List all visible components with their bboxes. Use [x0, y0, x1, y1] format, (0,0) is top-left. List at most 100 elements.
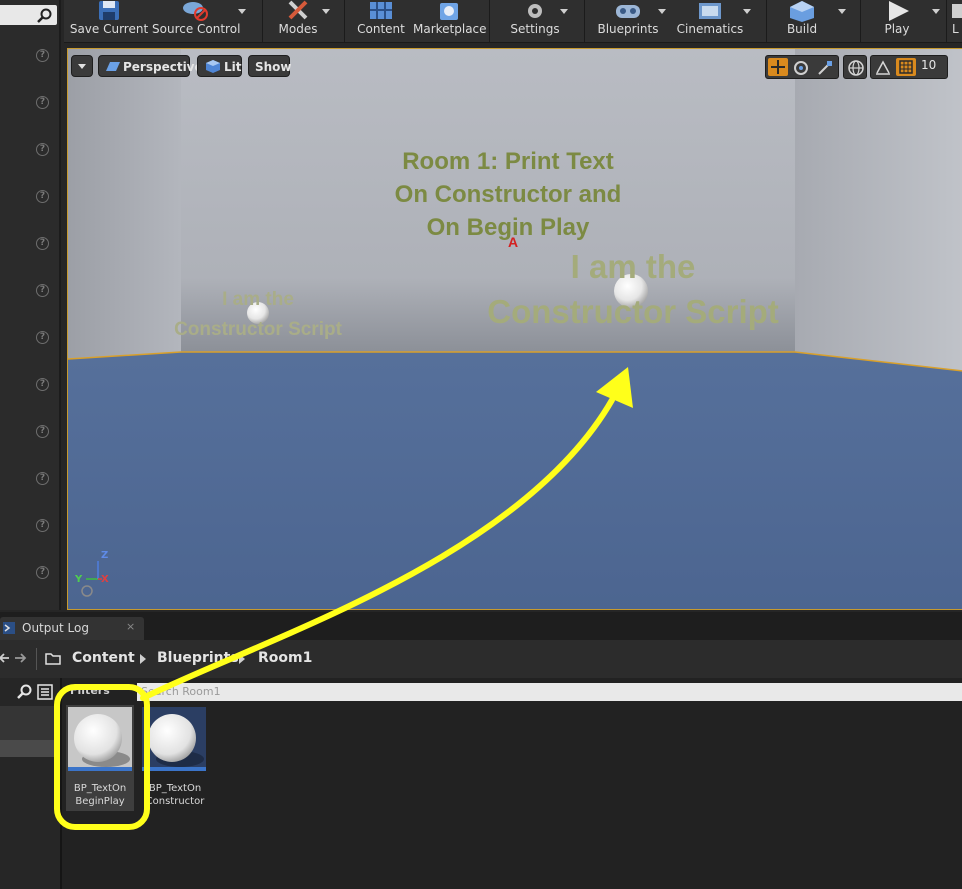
play-dropdown-icon[interactable] — [932, 9, 940, 14]
help-icon[interactable]: ? — [36, 472, 49, 485]
blueprints-button[interactable]: Blueprints — [594, 0, 662, 42]
output-log-icon — [3, 622, 15, 634]
modes-icon — [288, 0, 308, 20]
left-details-panel: ? ? ? ? ? ? ? ? ? ? ? ? — [0, 0, 61, 610]
cinematics-icon — [699, 3, 721, 19]
settings-button[interactable]: Settings — [504, 0, 566, 42]
help-icon[interactable]: ? — [36, 96, 49, 109]
blueprints-dropdown-icon[interactable] — [658, 9, 666, 14]
grid-snap-button[interactable] — [896, 58, 916, 76]
translate-tool-button[interactable] — [768, 58, 788, 76]
toolbar-divider — [946, 0, 947, 42]
save-current-label: Save Current — [69, 22, 149, 36]
toolbar-divider — [344, 0, 345, 42]
asset-tile-constructor[interactable]: BP_TextOn Constructor — [140, 705, 210, 811]
cinematics-button[interactable]: Cinematics — [674, 0, 746, 42]
launch-icon — [952, 4, 962, 18]
help-icon[interactable]: ? — [36, 378, 49, 391]
asset-name-line-1: BP_TextOn — [73, 783, 127, 794]
help-icon[interactable]: ? — [36, 284, 49, 297]
sphere-thumbnail-icon — [68, 707, 132, 771]
source-tree-row[interactable] — [0, 706, 60, 740]
cinematics-label: Cinematics — [676, 22, 744, 36]
toolbar-divider — [489, 0, 490, 42]
scale-icon[interactable] — [816, 59, 834, 77]
save-icon — [99, 1, 119, 20]
surface-snap-icon[interactable] — [874, 59, 892, 77]
output-log-tab[interactable]: Output Log × — [0, 617, 144, 640]
forward-arrow-icon[interactable] — [14, 651, 28, 665]
build-dropdown-icon[interactable] — [838, 9, 846, 14]
asset-name-line-1: BP_TextOn — [148, 783, 202, 794]
perspective-icon — [106, 62, 120, 71]
launch-button[interactable]: L — [948, 0, 962, 42]
build-button[interactable]: Build — [776, 0, 828, 42]
help-icon[interactable]: ? — [36, 331, 49, 344]
show-label: Show — [255, 60, 292, 74]
constructor-text-small: I am the Constructor Script — [148, 285, 368, 345]
build-label: Build — [786, 22, 818, 36]
filters-button[interactable]: Filters — [70, 684, 110, 697]
help-icon[interactable]: ? — [36, 49, 49, 62]
search-icon[interactable] — [37, 8, 52, 23]
chevron-down-icon — [78, 64, 86, 69]
close-tab-icon[interactable]: × — [126, 620, 135, 633]
help-icon[interactable]: ? — [36, 566, 49, 579]
view-options-icon[interactable] — [37, 684, 53, 700]
perspective-button[interactable]: Perspective — [98, 55, 203, 77]
main-toolbar: Save Current Source Control Modes Conten… — [64, 0, 962, 43]
grid-snap-value[interactable]: 10 — [921, 58, 936, 72]
launch-label: L — [952, 22, 959, 36]
help-icon[interactable]: ? — [36, 519, 49, 532]
help-icon[interactable]: ? — [36, 237, 49, 250]
modes-button[interactable]: Modes — [272, 0, 324, 42]
back-arrow-icon[interactable] — [0, 651, 12, 665]
constructor-text-large-line-1: I am the — [570, 248, 696, 285]
constructor-text-large-line-2: Constructor Script — [487, 293, 779, 330]
modes-label: Modes — [278, 22, 318, 36]
breadcrumb-blueprints[interactable]: Blueprints — [157, 650, 239, 666]
source-control-icon — [183, 2, 208, 21]
asset-name-line-2: BeginPlay — [75, 796, 125, 807]
axis-y-label: Y — [75, 574, 83, 585]
source-tree-row-selected[interactable] — [0, 740, 60, 757]
asset-tile-beginplay[interactable]: BP_TextOn BeginPlay — [66, 705, 134, 811]
lit-cube-icon — [206, 60, 220, 73]
breadcrumb-content[interactable]: Content — [72, 650, 135, 666]
move-arrows-icon — [771, 60, 785, 74]
asset-name: BP_TextOn BeginPlay — [66, 782, 134, 808]
breadcrumb-arrow-icon[interactable] — [140, 654, 146, 664]
breadcrumb-arrow-icon[interactable] — [239, 654, 245, 664]
lit-button[interactable]: Lit — [197, 55, 242, 77]
show-button[interactable]: Show — [248, 55, 292, 77]
rotate-icon[interactable] — [792, 59, 810, 77]
room-title-line-3: On Begin Play — [426, 214, 590, 241]
build-icon — [790, 1, 814, 22]
help-icon[interactable]: ? — [36, 190, 49, 203]
settings-dropdown-icon[interactable] — [560, 9, 568, 14]
source-control-button[interactable]: Source Control — [152, 0, 240, 42]
help-icon[interactable]: ? — [36, 143, 49, 156]
world-local-toggle[interactable] — [843, 55, 867, 79]
blueprints-icon — [616, 5, 640, 18]
asset-search-input[interactable]: Search Room1 — [137, 683, 962, 701]
room-title-line-2: On Constructor and — [394, 181, 622, 208]
settings-icon — [528, 4, 542, 18]
content-label: Content — [357, 22, 405, 36]
content-button[interactable]: Content — [353, 0, 409, 42]
viewport-options-button[interactable] — [71, 55, 93, 77]
left-search-field[interactable] — [0, 5, 57, 25]
breadcrumb-room1[interactable]: Room1 — [258, 650, 312, 666]
path-divider — [36, 648, 37, 670]
level-viewport[interactable]: A Z Y X Perspective Lit Show 10 Room 1: … — [67, 48, 962, 610]
source-control-dropdown-icon[interactable] — [238, 9, 246, 14]
help-icon[interactable]: ? — [36, 425, 49, 438]
save-current-button[interactable]: Save Current — [68, 0, 150, 42]
sphere-thumbnail-icon — [142, 707, 206, 771]
search-icon[interactable] — [16, 684, 32, 700]
play-button[interactable]: Play — [870, 0, 924, 42]
axis-x-label: X — [101, 574, 109, 585]
marketplace-button[interactable]: Marketplace — [413, 0, 487, 42]
cinematics-dropdown-icon[interactable] — [743, 9, 751, 14]
modes-dropdown-icon[interactable] — [322, 9, 330, 14]
